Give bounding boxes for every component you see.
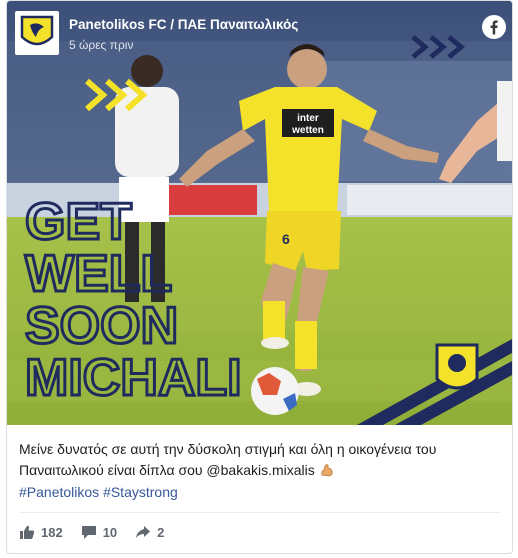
engagement-stats: 182 10 2 bbox=[19, 522, 182, 542]
sponsor-line-2: wetten bbox=[291, 125, 324, 136]
post-graphic: inter wetten 6 GET WELL SOON MICHALI bbox=[7, 1, 512, 425]
share-icon bbox=[136, 526, 151, 538]
likes-count[interactable]: 182 bbox=[19, 524, 63, 540]
shirt-number: 6 bbox=[282, 231, 290, 247]
headline-line-1: GET bbox=[25, 193, 132, 251]
post-caption: Μείνε δυνατός σε αυτή την δύσκολη στιγμή… bbox=[19, 439, 499, 484]
headline-line-2: WELL bbox=[25, 245, 172, 303]
facebook-icon[interactable] bbox=[482, 15, 506, 39]
post-timestamp[interactable]: 5 ώρες πριν bbox=[69, 38, 133, 52]
likes-value: 182 bbox=[41, 524, 63, 540]
comments-count[interactable]: 10 bbox=[81, 524, 117, 540]
club-logo-icon bbox=[20, 15, 54, 46]
comment-icon bbox=[81, 526, 96, 539]
facebook-post-card: inter wetten 6 GET WELL SOON MICHALI Pan… bbox=[6, 0, 513, 554]
post-header: Panetolikos FC / ΠΑΕ Παναιτωλικός 5 ώρες… bbox=[7, 1, 512, 63]
headline-line-3: SOON bbox=[25, 297, 178, 355]
club-crest-icon bbox=[435, 343, 479, 390]
caption-text: Μείνε δυνατός σε αυτή την δύσκολη στιγμή… bbox=[19, 441, 437, 478]
flexed-biceps-emoji bbox=[319, 462, 335, 484]
thumbs-up-icon bbox=[20, 525, 35, 539]
comments-value: 10 bbox=[102, 524, 118, 540]
hashtag-link[interactable]: #Panetolikos bbox=[19, 484, 99, 500]
headline-line-4: MICHALI bbox=[25, 349, 242, 407]
shares-count[interactable]: 2 bbox=[135, 524, 164, 540]
shares-value: 2 bbox=[157, 524, 165, 540]
hashtag-link[interactable]: #Staystrong bbox=[103, 484, 178, 500]
page-avatar[interactable] bbox=[15, 11, 59, 55]
sponsor-line-1: inter bbox=[297, 113, 319, 124]
page-name-link[interactable]: Panetolikos FC / ΠΑΕ Παναιτωλικός bbox=[69, 17, 298, 32]
post-image[interactable]: inter wetten 6 GET WELL SOON MICHALI Pan… bbox=[7, 1, 512, 425]
football bbox=[251, 367, 299, 415]
hashtags: #Panetolikos #Staystrong bbox=[19, 482, 178, 503]
divider bbox=[19, 512, 500, 513]
